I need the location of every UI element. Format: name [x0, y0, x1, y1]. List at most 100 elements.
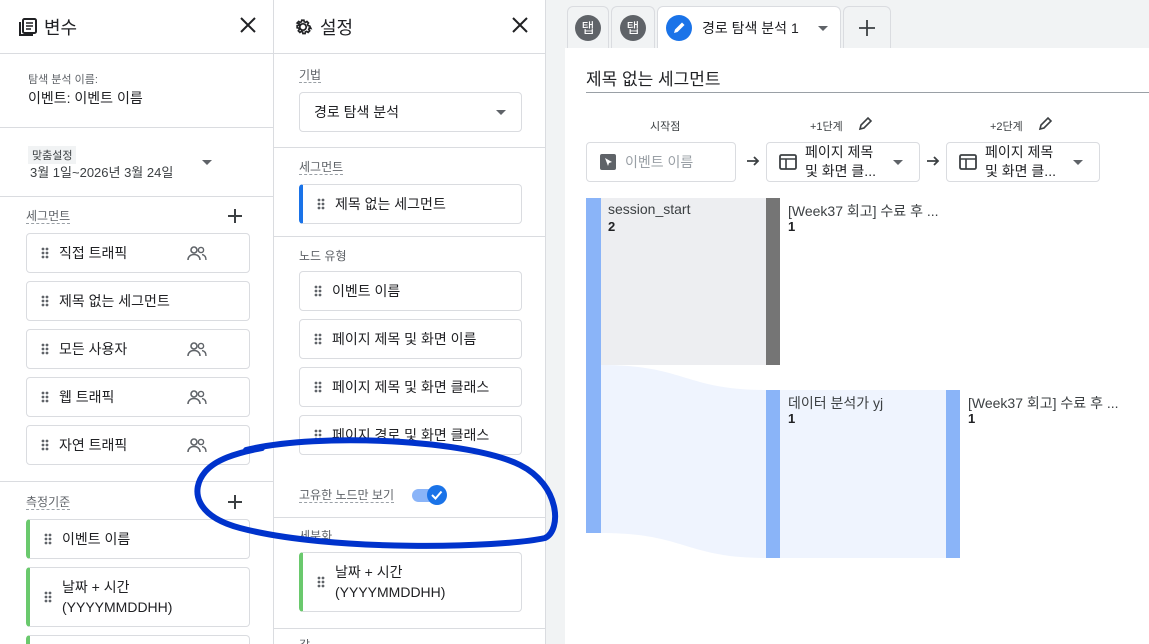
segment-label: 자연 트래픽	[59, 437, 128, 453]
flow-step1-a-name: [Week37 회고] 수료 후 ...	[788, 203, 939, 219]
technique-dropdown[interactable]: 경로 탐색 분석	[299, 92, 522, 132]
variables-panel: 변수 탐색 분석 이름: 이벤트: 이벤트 이름 맞춤설정 3월 1일~2026…	[0, 0, 274, 644]
segment-label: 제목 없는 세그먼트	[59, 293, 170, 309]
breakdown-label: 세분화	[299, 529, 333, 543]
dimension-chip[interactable]: 날짜 + 시간 (YYYYMMDDHH)	[26, 567, 250, 627]
segments-label: 세그먼트	[26, 209, 71, 224]
dimensions-section: 측정기준 이벤트 이름 날짜 + 시간 (YYYYMMDDHH)	[0, 482, 273, 644]
segment-chip[interactable]: 제목 없는 세그먼트	[26, 281, 250, 321]
settings-title: 설정	[320, 17, 354, 38]
chevron-down-icon	[496, 110, 506, 115]
exploration-name-label: 탐색 분석 이름:	[28, 74, 98, 86]
segment-chip[interactable]: 모든 사용자	[26, 329, 250, 369]
flow-step1-a-value: 1	[788, 219, 796, 234]
segment-label: 모든 사용자	[59, 341, 128, 357]
segment-slot-value: 제목 없는 세그먼트	[335, 196, 446, 212]
flow-link	[601, 198, 766, 365]
users-group-icon	[187, 438, 207, 453]
drag-handle-icon[interactable]	[41, 439, 49, 451]
flow-step1-b-value: 1	[788, 411, 796, 426]
path-flow-graph	[586, 198, 960, 558]
dimension-label-sub: (YYYYMMDDHH)	[62, 599, 173, 615]
add-tab-button[interactable]	[843, 6, 891, 48]
users-group-icon	[187, 342, 207, 357]
tab-2[interactable]: 탭	[611, 6, 655, 48]
date-range-picker[interactable]: 맞춤설정 3월 1일~2026년 3월 24일	[0, 128, 273, 197]
segments-section: 세그먼트 직접 트래픽 제목 없는 세그먼트 모든 사용자 웹 트래픽 자연 트…	[0, 197, 273, 482]
drag-handle-icon[interactable]	[41, 343, 49, 355]
drag-handle-icon[interactable]	[44, 591, 52, 603]
unique-nodes-toggle[interactable]	[410, 484, 450, 506]
tab-bar: 탭 탭 경로 탐색 분석 1	[565, 0, 1149, 48]
technique-value: 경로 탐색 분석	[314, 104, 400, 120]
segment-slot-chip[interactable]: 제목 없는 세그먼트	[299, 184, 522, 224]
close-icon[interactable]	[237, 14, 259, 36]
exploration-canvas: 제목 없는 세그먼트 시작점 +1단계 +2단계 이벤트 이름 페이지 제목 및 …	[565, 48, 1149, 644]
node-type-value: 이벤트 이름	[332, 283, 401, 299]
node-type-chip[interactable]: 이벤트 이름	[299, 271, 522, 311]
variables-header: 변수	[0, 0, 273, 54]
tab-active[interactable]: 경로 탐색 분석 1	[657, 6, 841, 48]
drag-handle-icon[interactable]	[317, 576, 325, 588]
users-group-icon	[187, 246, 207, 261]
segment-chip[interactable]: 웹 트래픽	[26, 377, 250, 417]
drag-handle-icon[interactable]	[41, 295, 49, 307]
drag-handle-icon[interactable]	[314, 333, 322, 345]
node-type-chip[interactable]: 페이지 제목 및 화면 클래스	[299, 367, 522, 407]
add-segment-icon[interactable]	[226, 207, 244, 225]
dimension-chip[interactable]: 이벤트 이름	[26, 519, 250, 559]
tab-menu-chevron-icon[interactable]	[818, 26, 828, 31]
pencil-icon[interactable]	[666, 14, 692, 41]
node-type-value: 페이지 제목 및 화면 클래스	[332, 379, 490, 395]
segment-label: 웹 트래픽	[59, 389, 115, 405]
breakdown-value-sub: (YYYYMMDDHH)	[335, 584, 446, 600]
start-node-bar[interactable]	[586, 198, 601, 533]
step2-node-bar[interactable]	[946, 390, 960, 558]
variables-icon	[19, 17, 37, 36]
add-dimension-icon[interactable]	[226, 493, 244, 511]
step1-node-bar-b[interactable]	[766, 390, 780, 558]
segment-chip[interactable]: 직접 트래픽	[26, 233, 250, 273]
flow-start-name: session_start	[608, 201, 691, 217]
drag-handle-icon[interactable]	[314, 381, 322, 393]
node-type-section: 노드 유형 이벤트 이름 페이지 제목 및 화면 이름 페이지 제목 및 화면 …	[274, 237, 545, 518]
flow-link	[780, 390, 946, 558]
values-label: 값	[299, 636, 310, 644]
exploration-name-input[interactable]: 이벤트: 이벤트 이름	[28, 88, 143, 108]
flow-step2-name: [Week37 회고] 수료 후 ...	[968, 395, 1119, 411]
dimension-chip[interactable]	[26, 635, 250, 644]
segment-label: 직접 트래픽	[59, 245, 128, 261]
node-type-value: 페이지 경로 및 화면 클래스	[332, 427, 490, 443]
drag-handle-icon[interactable]	[41, 391, 49, 403]
technique-section: 기법 경로 탐색 분석	[274, 54, 545, 148]
node-type-chip[interactable]: 페이지 경로 및 화면 클래스	[299, 415, 522, 455]
drag-handle-icon[interactable]	[314, 429, 322, 441]
breakdown-value: 날짜 + 시간	[335, 564, 403, 580]
breakdown-section: 세분화 날짜 + 시간 (YYYYMMDDHH) 값	[274, 518, 545, 644]
node-type-value: 페이지 제목 및 화면 이름	[332, 331, 477, 347]
settings-panel: 설정 기법 경로 탐색 분석 세그먼트 제목 없는 세그먼트 노드 유형 이벤트…	[274, 0, 546, 644]
close-icon[interactable]	[509, 14, 531, 36]
tab-1-label: 탭	[575, 14, 601, 41]
breakdown-chip[interactable]: 날짜 + 시간 (YYYYMMDDHH)	[299, 552, 522, 612]
plus-icon	[859, 19, 875, 36]
date-range-text: 3월 1일~2026년 3월 24일	[30, 165, 174, 180]
segment-label: 세그먼트	[299, 160, 344, 175]
drag-handle-icon[interactable]	[317, 198, 325, 210]
tab-1[interactable]: 탭	[567, 6, 609, 48]
exploration-name-section: 탐색 분석 이름: 이벤트: 이벤트 이름	[0, 54, 273, 128]
drag-handle-icon[interactable]	[314, 285, 322, 297]
node-type-chip[interactable]: 페이지 제목 및 화면 이름	[299, 319, 522, 359]
flow-step2-value: 1	[968, 411, 976, 426]
gear-icon	[295, 18, 313, 34]
unique-nodes-label: 고유한 노드만 보기	[299, 488, 394, 503]
segment-comparison-section: 세그먼트 제목 없는 세그먼트	[274, 148, 545, 237]
drag-handle-icon[interactable]	[44, 533, 52, 545]
segment-chip[interactable]: 자연 트래픽	[26, 425, 250, 465]
drag-handle-icon[interactable]	[41, 247, 49, 259]
technique-label: 기법	[299, 68, 322, 83]
settings-header: 설정	[274, 0, 545, 54]
flow-link	[601, 365, 766, 558]
flow-step1-b-name: 데이터 분석가 yj	[788, 395, 884, 411]
step1-node-bar-a[interactable]	[766, 198, 780, 365]
